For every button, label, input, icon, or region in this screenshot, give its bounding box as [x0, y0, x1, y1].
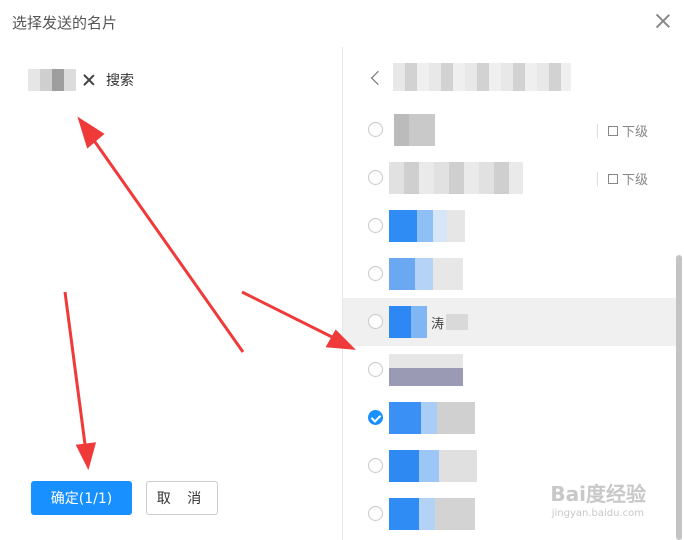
radio-button[interactable]: [368, 314, 383, 329]
contact-name: 涛: [389, 306, 469, 338]
cancel-button[interactable]: 取 消: [146, 481, 218, 515]
list-item[interactable]: 下级: [343, 106, 678, 154]
remove-selected-icon[interactable]: [82, 73, 96, 87]
selected-contact-chip: 搜索: [28, 69, 134, 91]
radio-button[interactable]: [368, 506, 383, 521]
sub-level-label: 下级: [621, 125, 648, 140]
radio-button[interactable]: [368, 362, 383, 377]
confirm-button[interactable]: 确定(1/1): [31, 481, 132, 515]
radio-button[interactable]: [368, 122, 383, 137]
list-item[interactable]: [343, 202, 678, 250]
contact-name: [389, 354, 463, 386]
dialog-title: 选择发送的名片: [12, 14, 118, 32]
contact-name: [389, 162, 523, 194]
sub-level-label: 下级: [621, 173, 648, 188]
org-tree-icon: [607, 125, 618, 136]
scrollbar[interactable]: [676, 255, 682, 540]
right-panel: 下级 下级 涛: [343, 47, 684, 540]
list-item[interactable]: [343, 394, 678, 442]
list-item[interactable]: 涛: [343, 298, 678, 346]
send-card-dialog: 选择发送的名片 搜索 确定(1/1) 取 消 下级 下级 涛 Bai度经验 ji…: [0, 0, 684, 540]
contact-name: [389, 498, 475, 530]
contact-name-text: 涛: [431, 316, 445, 332]
contact-list: 下级 下级 涛: [343, 106, 678, 538]
list-item[interactable]: [343, 250, 678, 298]
org-tree-icon: [607, 173, 618, 184]
radio-button[interactable]: [368, 458, 383, 473]
watermark-url: jingyan.baidu.com: [551, 508, 644, 519]
contact-name: [389, 114, 435, 146]
current-department-blur: [393, 63, 571, 91]
close-icon[interactable]: [654, 12, 672, 30]
radio-button[interactable]: [368, 170, 383, 185]
contact-name: [389, 210, 465, 242]
radio-button-checked[interactable]: [368, 410, 383, 425]
list-item[interactable]: 下级: [343, 154, 678, 202]
sub-level-link[interactable]: 下级: [596, 169, 648, 188]
radio-button[interactable]: [368, 218, 383, 233]
contact-name: [389, 258, 463, 290]
list-item[interactable]: [343, 346, 678, 394]
radio-button[interactable]: [368, 266, 383, 281]
sub-level-link[interactable]: 下级: [596, 121, 648, 140]
contact-name: [389, 450, 477, 482]
search-input[interactable]: 搜索: [106, 70, 134, 90]
chevron-left-icon[interactable]: [370, 70, 386, 86]
contact-name: [389, 402, 475, 434]
selected-contact-avatar-blur: [28, 69, 76, 91]
breadcrumb: [370, 63, 571, 91]
watermark-logo: Bai度经验: [550, 482, 646, 506]
left-panel: 搜索 确定(1/1) 取 消: [0, 47, 342, 540]
